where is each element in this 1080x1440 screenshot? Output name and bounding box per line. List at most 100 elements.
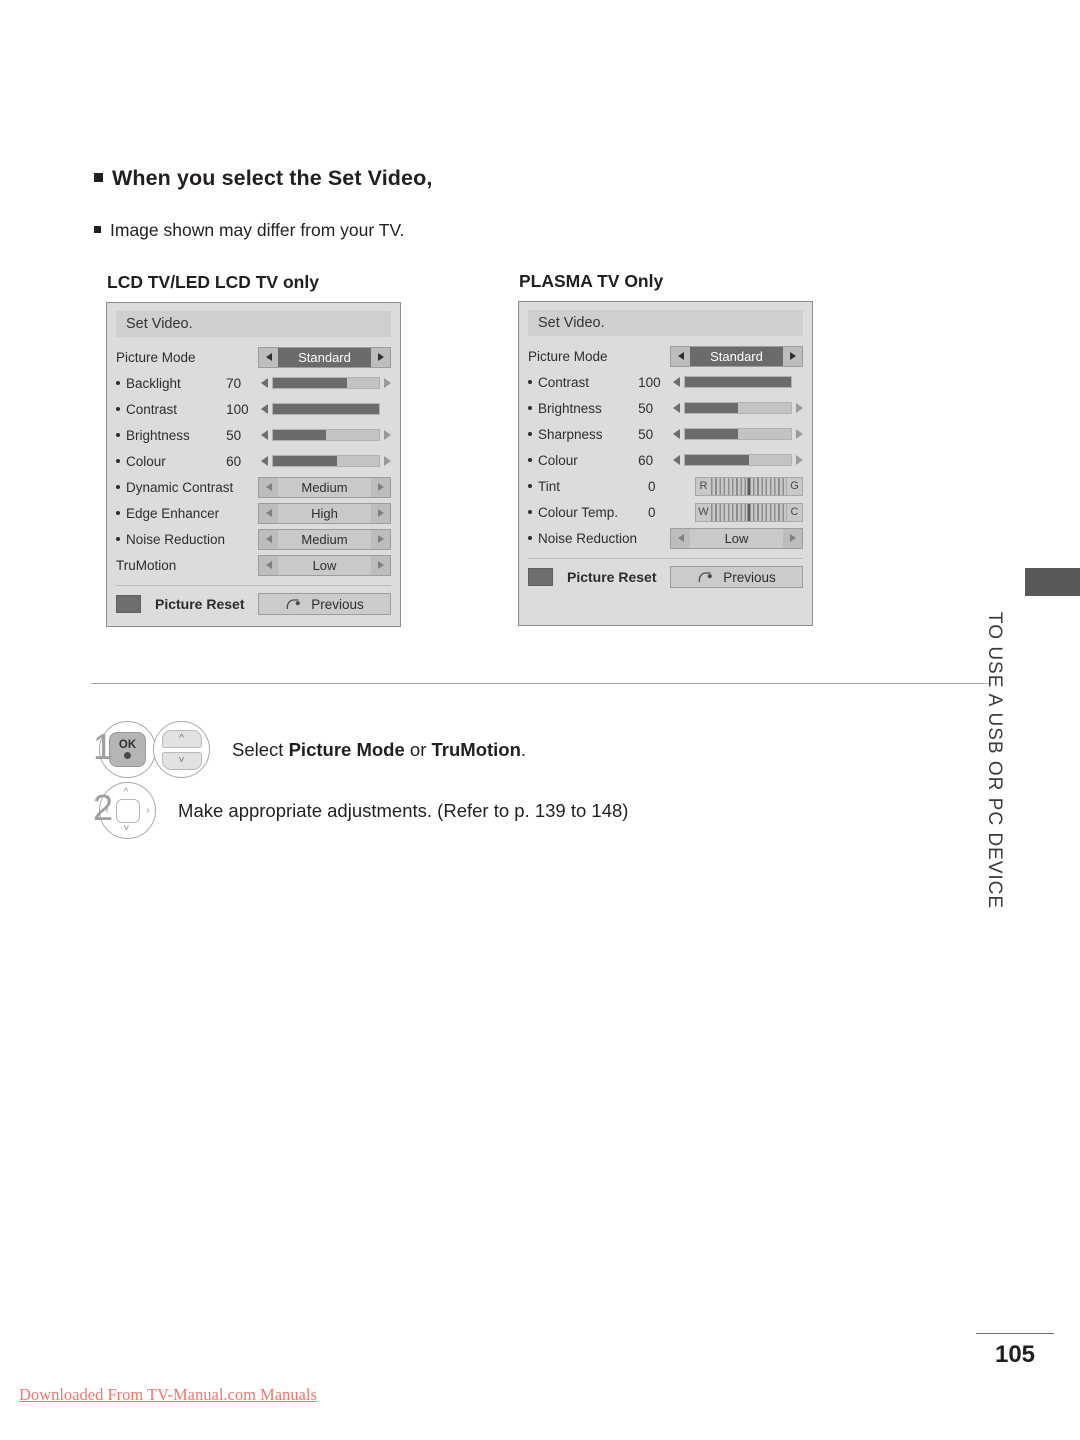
selector-left-arrow-icon[interactable]	[259, 503, 278, 523]
tick-slider[interactable]: WC	[695, 502, 803, 522]
osd-row-control[interactable]	[261, 455, 391, 467]
osd-row[interactable]: Edge Enhancer High	[116, 500, 391, 526]
page-title-text: When you select the Set Video,	[112, 166, 433, 190]
slider-track[interactable]	[272, 377, 380, 389]
osd-row[interactable]: Colour 60	[528, 447, 803, 473]
value-slider[interactable]	[261, 403, 391, 415]
option-selector[interactable]: Low	[258, 554, 391, 576]
slider-track[interactable]	[272, 455, 380, 467]
selector-left-arrow-icon[interactable]	[671, 528, 690, 548]
osd-row-control[interactable]: WC	[686, 502, 803, 522]
slider-right-arrow-icon[interactable]	[384, 378, 391, 388]
option-selector[interactable]: Low	[670, 527, 803, 549]
slider-left-arrow-icon[interactable]	[261, 404, 268, 414]
osd-row[interactable]: Contrast 100	[528, 369, 803, 395]
slider-right-arrow-icon[interactable]	[384, 456, 391, 466]
selector-left-arrow-icon[interactable]	[259, 347, 278, 367]
osd-row[interactable]: Noise Reduction Low	[528, 525, 803, 551]
osd-row-control[interactable]: Low	[670, 527, 803, 549]
osd-row[interactable]: Noise Reduction Medium	[116, 526, 391, 552]
value-slider[interactable]	[673, 376, 803, 388]
osd-row-control[interactable]	[261, 403, 391, 415]
slider-left-arrow-icon[interactable]	[673, 429, 680, 439]
slider-left-arrow-icon[interactable]	[261, 378, 268, 388]
slider-track[interactable]	[684, 376, 792, 388]
osd-row-control[interactable]	[673, 402, 803, 414]
selector-right-arrow-icon[interactable]	[783, 528, 802, 548]
selector-left-arrow-icon[interactable]	[259, 555, 278, 575]
osd-row-control[interactable]	[673, 428, 803, 440]
option-selector[interactable]: Standard	[258, 346, 391, 368]
slider-left-arrow-icon[interactable]	[261, 430, 268, 440]
option-selector[interactable]: High	[258, 502, 391, 524]
osd-row[interactable]: Picture Mode Standard	[116, 344, 391, 370]
side-tab-marker	[1025, 568, 1080, 596]
selector-right-arrow-icon[interactable]	[371, 503, 390, 523]
slider-left-arrow-icon[interactable]	[673, 377, 680, 387]
previous-button-lcd[interactable]: Previous	[258, 593, 391, 615]
tick-marks[interactable]	[711, 477, 787, 495]
option-selector[interactable]: Medium	[258, 476, 391, 498]
slider-left-arrow-icon[interactable]	[261, 456, 268, 466]
osd-row[interactable]: Colour Temp. 0 W C	[528, 499, 803, 525]
osd-row-control[interactable]	[673, 376, 803, 388]
slider-right-arrow-icon[interactable]	[796, 429, 803, 439]
osd-row[interactable]: TruMotion Low	[116, 552, 391, 578]
reset-color-swatch-icon	[116, 595, 141, 613]
osd-row[interactable]: Colour 60	[116, 448, 391, 474]
slider-right-arrow-icon[interactable]	[796, 403, 803, 413]
value-slider[interactable]	[261, 455, 391, 467]
osd-row-control[interactable]: Medium	[258, 476, 391, 498]
selector-right-arrow-icon[interactable]	[371, 347, 390, 367]
osd-row-control[interactable]	[261, 377, 391, 389]
osd-row-control[interactable]: High	[258, 502, 391, 524]
up-arrow-icon: ^	[161, 729, 202, 748]
slider-left-arrow-icon[interactable]	[673, 455, 680, 465]
osd-row[interactable]: Dynamic Contrast Medium	[116, 474, 391, 500]
option-selector[interactable]: Standard	[670, 345, 803, 367]
osd-row[interactable]: Sharpness 50	[528, 421, 803, 447]
square-bullet-icon	[94, 226, 101, 234]
tick-marks[interactable]	[711, 503, 787, 521]
osd-row-control[interactable]: Standard	[258, 346, 391, 368]
osd-row-control[interactable]: Medium	[258, 528, 391, 550]
slider-right-arrow-icon[interactable]	[384, 430, 391, 440]
osd-row-control[interactable]: Low	[258, 554, 391, 576]
osd-row-control[interactable]	[261, 429, 391, 441]
value-slider[interactable]	[673, 428, 803, 440]
selector-right-arrow-icon[interactable]	[371, 555, 390, 575]
slider-left-arrow-icon[interactable]	[673, 403, 680, 413]
slider-track[interactable]	[272, 403, 380, 415]
selector-left-arrow-icon[interactable]	[671, 346, 690, 366]
osd-row[interactable]: Brightness 50	[528, 395, 803, 421]
slider-track[interactable]	[684, 454, 792, 466]
slider-right-arrow-icon[interactable]	[796, 455, 803, 465]
osd-row-control[interactable]	[673, 454, 803, 466]
up-down-key-button[interactable]: ^ ˅	[153, 721, 211, 778]
osd-row-control[interactable]: RG	[686, 476, 803, 496]
previous-button-plasma[interactable]: Previous	[670, 566, 803, 588]
osd-row[interactable]: Tint 0 R G	[528, 473, 803, 499]
osd-row[interactable]: Brightness 50	[116, 422, 391, 448]
osd-row[interactable]: Contrast 100	[116, 396, 391, 422]
slider-track[interactable]	[272, 429, 380, 441]
osd-row[interactable]: Backlight 70	[116, 370, 391, 396]
download-source-note[interactable]: Downloaded From TV-Manual.com Manuals	[19, 1385, 317, 1405]
osd-row-label-text: Edge Enhancer	[126, 505, 220, 521]
value-slider[interactable]	[673, 402, 803, 414]
value-slider[interactable]	[673, 454, 803, 466]
value-slider[interactable]	[261, 377, 391, 389]
option-selector[interactable]: Medium	[258, 528, 391, 550]
selector-right-arrow-icon[interactable]	[371, 477, 390, 497]
value-slider[interactable]	[261, 429, 391, 441]
selector-right-arrow-icon[interactable]	[371, 529, 390, 549]
osd-row-control[interactable]: Standard	[670, 345, 803, 367]
selector-left-arrow-icon[interactable]	[259, 529, 278, 549]
osd-row-label-text: Backlight	[126, 375, 181, 391]
slider-track[interactable]	[684, 402, 792, 414]
selector-right-arrow-icon[interactable]	[783, 346, 802, 366]
selector-left-arrow-icon[interactable]	[259, 477, 278, 497]
slider-track[interactable]	[684, 428, 792, 440]
osd-row[interactable]: Picture Mode Standard	[528, 343, 803, 369]
tick-slider[interactable]: RG	[695, 476, 803, 496]
